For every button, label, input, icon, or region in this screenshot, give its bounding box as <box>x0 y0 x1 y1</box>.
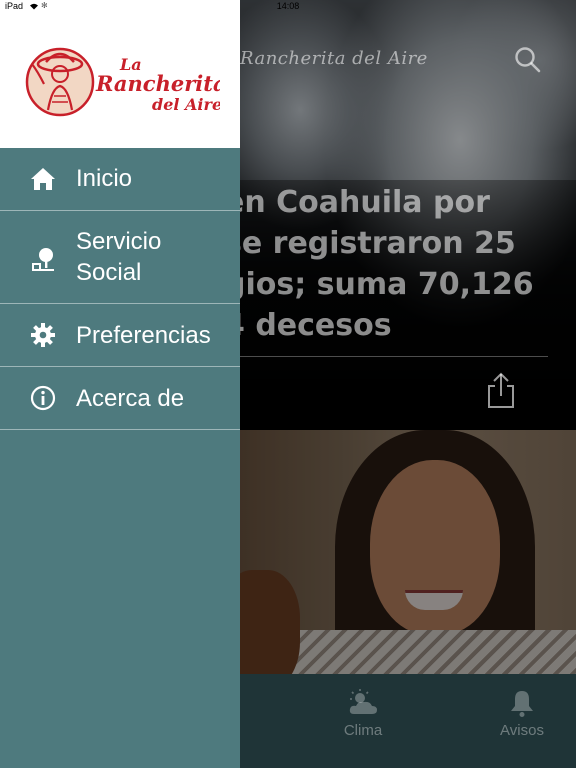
info-icon <box>30 385 56 411</box>
menu-item-inicio[interactable]: Inicio <box>0 148 240 211</box>
home-icon <box>31 168 55 190</box>
share-button[interactable] <box>484 370 518 410</box>
side-drawer: La Rancherita del Aire Inicio Servicio S… <box>0 0 240 768</box>
menu-label-acerca-de: Acerca de <box>76 385 185 412</box>
tab-avisos-label: Avisos <box>500 722 544 739</box>
menu-item-acerca-de[interactable]: Acerca de <box>0 367 240 430</box>
menu-label-inicio: Inicio <box>76 165 133 192</box>
drawer-header: La Rancherita del Aire <box>0 0 240 148</box>
weather-icon <box>349 689 377 714</box>
menu-item-servicio-social[interactable]: Servicio Social <box>0 211 240 304</box>
headline-divider <box>240 356 548 357</box>
tab-avisos[interactable]: Avisos <box>477 688 567 748</box>
news-headline[interactable]: en Coahuila por se registraron 25 gios; … <box>224 182 564 346</box>
menu-item-preferencias[interactable]: Preferencias <box>0 304 240 367</box>
photo-dim-overlay <box>240 430 576 674</box>
news-photo[interactable] <box>240 430 576 674</box>
menu-label-preferencias: Preferencias <box>76 322 211 349</box>
share-icon <box>488 372 514 408</box>
logo-word-del-aire: del Aire <box>152 95 220 114</box>
search-icon <box>515 47 541 73</box>
search-button[interactable] <box>512 44 544 76</box>
status-time: 14:08 <box>276 1 300 11</box>
header-logo-text: Rancherita del Aire <box>240 48 428 69</box>
gear-icon <box>31 323 55 347</box>
status-bar: iPad ✻ 14:08 <box>0 0 576 14</box>
tab-clima-label: Clima <box>343 722 383 739</box>
rancherita-logo[interactable]: La Rancherita del Aire <box>24 44 220 122</box>
logo-word-rancherita: Rancherita <box>95 71 220 96</box>
tab-clima[interactable]: Clima <box>318 688 408 748</box>
menu-label-servicio-social: Servicio Social <box>76 228 162 286</box>
tree-icon <box>32 248 54 271</box>
bell-icon <box>511 691 533 717</box>
